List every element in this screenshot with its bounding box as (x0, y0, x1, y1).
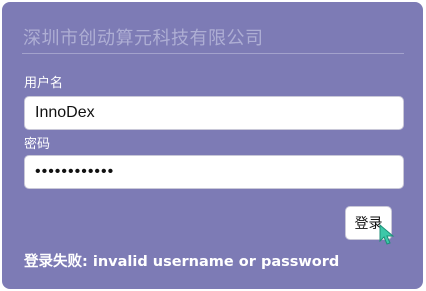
username-label: 用户名 (24, 76, 64, 91)
password-input[interactable] (24, 155, 404, 189)
company-title: 深圳市创动算元科技有限公司 (23, 28, 264, 49)
username-input[interactable] (24, 96, 404, 130)
error-message: 登录失败: invalid username or password (24, 254, 340, 270)
login-panel: 深圳市创动算元科技有限公司 用户名 密码 登录 登录失败: invalid us… (2, 2, 423, 289)
title-divider (22, 53, 404, 54)
password-label: 密码 (24, 137, 51, 152)
mouse-pointer-icon (379, 224, 395, 245)
